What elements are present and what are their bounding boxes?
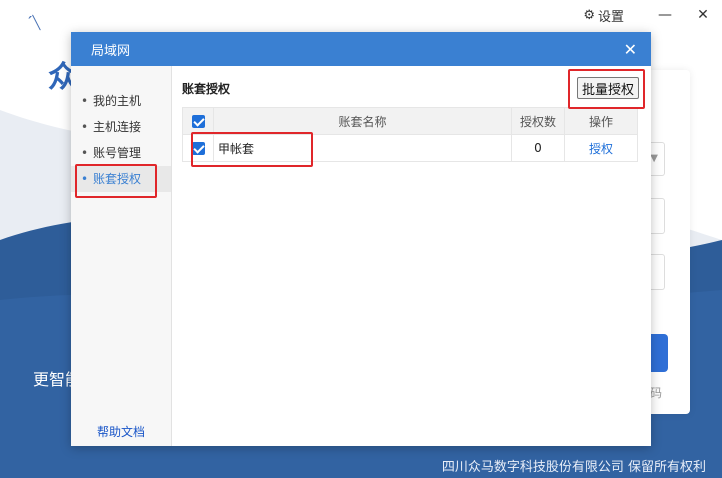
table-row[interactable]: 甲帐套 0 授权 [182,134,638,162]
chevron-down-icon: ▼ [650,153,658,164]
close-icon[interactable]: ✕ [624,40,637,59]
table-header-row: 账套名称 授权数 操作 [182,107,638,135]
settings-button[interactable]: ⚙ 设置 [583,6,624,25]
ledger-table: 账套名称 授权数 操作 甲帐套 0 授权 [182,107,638,162]
column-header-count[interactable]: 授权数 [511,107,565,135]
settings-label: 设置 [597,9,624,25]
row-name: 甲帐套 [213,134,512,162]
row-action-cell: 授权 [564,134,638,162]
dialog-sidebar: 我的主机 主机连接 账号管理 账套授权 帮助文档 [71,66,172,446]
row-count: 0 [511,134,565,162]
select-all-checkbox[interactable] [191,115,205,128]
background-code-text: 码 [650,386,663,400]
sidebar-item-ledger-auth[interactable]: 账套授权 [71,166,171,192]
row-checkbox[interactable] [191,142,205,155]
sidebar-item-account-manage[interactable]: 账号管理 [71,140,171,166]
dialog-header: 局域网 ✕ [71,32,651,66]
column-header-name[interactable]: 账套名称 [213,107,512,135]
authorize-link[interactable]: 授权 [589,142,613,156]
batch-authorize-button[interactable]: 批量授权 [576,77,639,99]
footer-copyright: 四川众马数字科技股份有限公司 保留所有权利 [441,460,706,475]
section-title: 账套授权 [182,82,231,96]
row-check-cell [182,134,214,162]
lan-dialog: 局域网 ✕ 我的主机 主机连接 账号管理 账套授权 帮助文档 账套授权 批量授权 [71,32,651,446]
select-all-header [182,107,214,135]
dialog-main: 账套授权 批量授权 账套名称 授权数 操作 甲帐套 0 授权 [172,66,651,446]
minimize-button[interactable]: — [646,7,684,23]
help-docs-link[interactable]: 帮助文档 [97,423,145,440]
window-close-button[interactable]: ✕ [684,7,722,23]
sidebar-item-my-host[interactable]: 我的主机 [71,88,171,114]
app-logo-icon: ˊ╲ [26,16,41,31]
column-header-action: 操作 [564,107,638,135]
dialog-title: 局域网 [91,43,131,59]
sidebar-item-host-connect[interactable]: 主机连接 [71,114,171,140]
gear-icon: ⚙ [583,7,595,23]
